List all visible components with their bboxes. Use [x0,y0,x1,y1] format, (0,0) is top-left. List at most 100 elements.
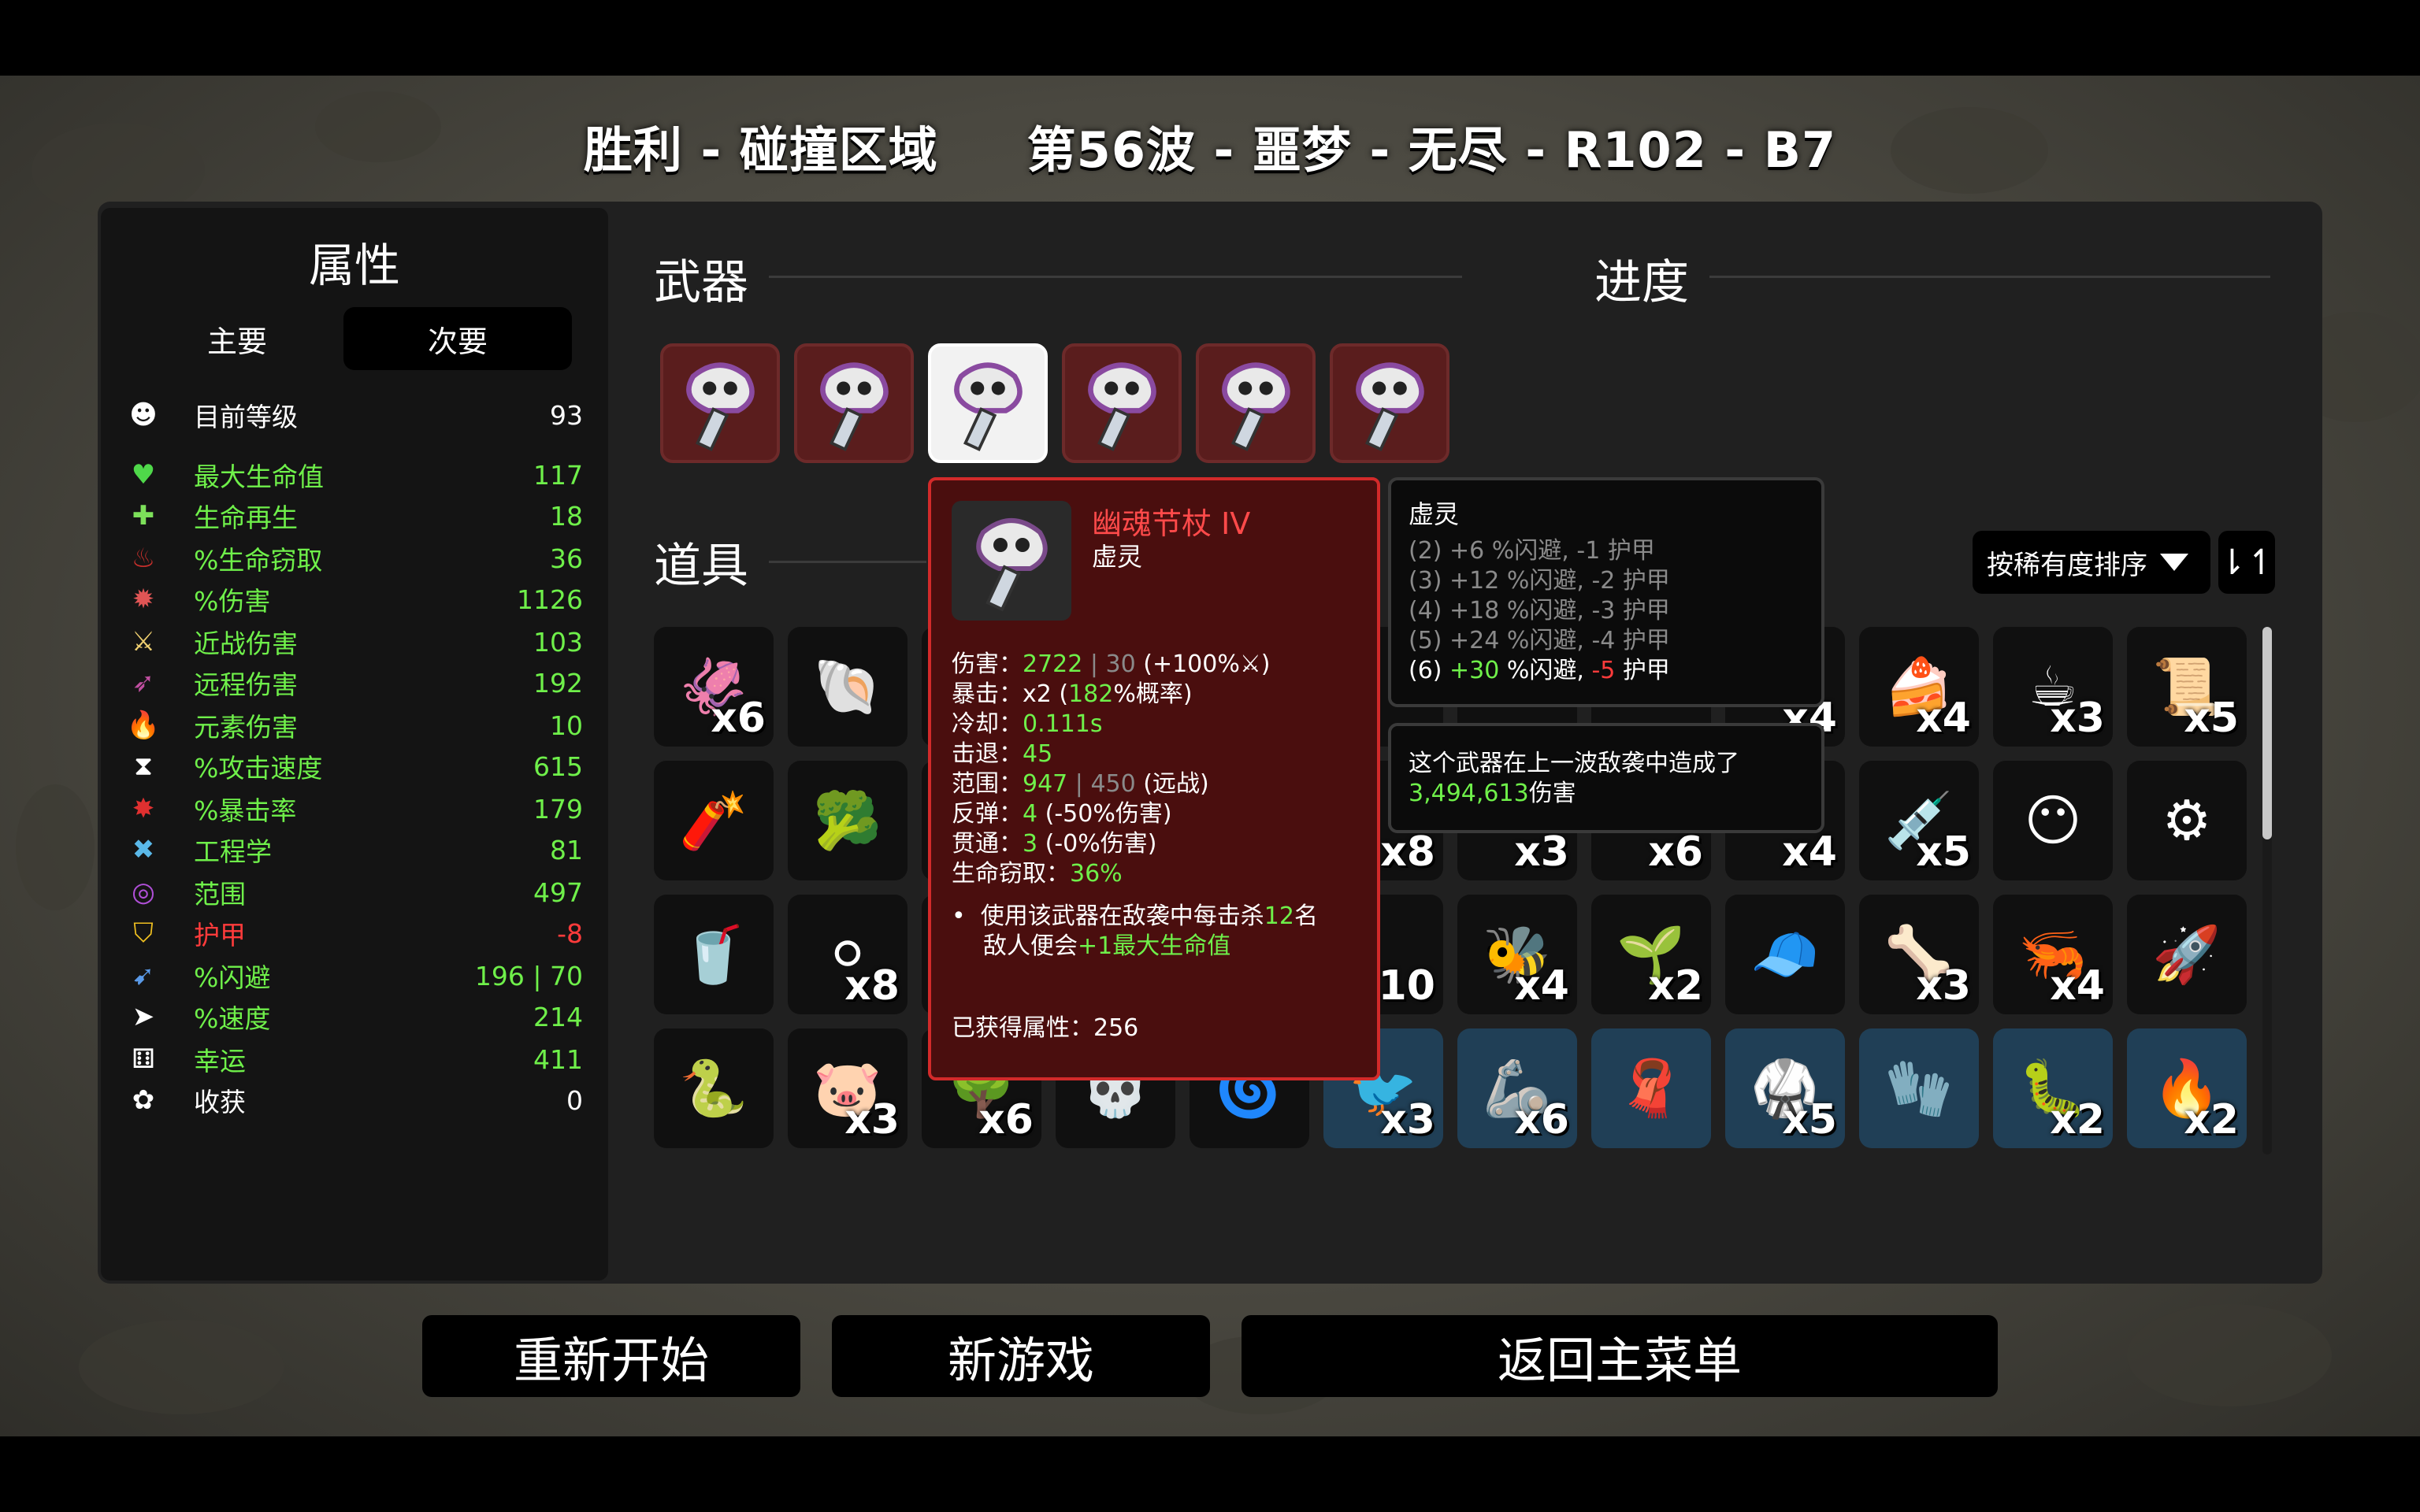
item-icon: 🥤 [679,921,748,987]
item-slot[interactable]: 🧤 [1859,1028,1979,1148]
item-slot[interactable]: 📜 x5 [2127,627,2247,747]
item-slot[interactable]: ⚙ [2127,761,2247,880]
item-slot[interactable]: 🐝 x4 [1457,895,1577,1014]
crit-icon: ✸ [132,793,155,825]
item-icon: 🚀 [2152,921,2221,987]
stat-label: %攻击速度 [194,753,323,784]
items-scroll-thumb[interactable] [2262,627,2272,839]
damage-dealt-value: 3,494,613伤害 [1409,780,1576,807]
item-count: x2 [1648,962,1703,1010]
stat-row: ☻ 目前等级 93 [126,395,583,435]
item-slot[interactable]: ☕ x3 [1993,627,2113,747]
item-slot[interactable]: 🔥 x2 [2127,1028,2247,1148]
sort-order-icon[interactable]: ⇂↿ [2218,531,2276,594]
item-slot[interactable]: 🥋 x5 [1725,1028,1845,1148]
item-count: x3 [1916,962,1971,1010]
weapon-slot[interactable] [928,343,1048,463]
main-menu-button[interactable]: 返回主菜单 [1242,1315,1998,1397]
progress-heading: 进度 [1594,255,1689,310]
item-slot[interactable]: 🧨 [654,761,774,880]
chevron-down-icon [2160,554,2188,571]
stat-value: 36 [550,543,583,574]
stat-row: ✹ %伤害 1126 [126,580,583,619]
engineering-icon: ✖ [132,834,155,865]
stat-value: 214 [533,1001,583,1032]
item-count: x6 [711,695,766,742]
item-count: x4 [1916,695,1971,742]
item-slot[interactable]: ⚪ x8 [788,895,908,1014]
item-icon: 🧨 [679,788,748,853]
item-slot[interactable]: 🐛 x2 [1993,1028,2113,1148]
item-count: 10 [1378,962,1435,1010]
new-game-button[interactable]: 新游戏 [832,1315,1210,1397]
stat-row: ✿ 收获 0 [126,1080,583,1120]
stat-label: 工程学 [194,836,272,867]
stat-value: 196 | 70 [474,960,583,991]
stat-value: 10 [550,710,583,741]
sort-label: 按稀有度排序 [1987,549,2147,581]
item-slot[interactable]: 🐷 x3 [788,1028,908,1148]
stat-label: 远程伤害 [194,669,298,700]
item-slot[interactable]: 💉 x5 [1859,761,1979,880]
speed-icon: ➤ [132,1001,155,1032]
item-slot[interactable]: 🧢 [1725,895,1845,1014]
lifesteal-icon: ♨ [131,543,156,574]
weapon-slot[interactable] [660,343,780,463]
stat-label: %伤害 [194,586,271,617]
item-icon: 🐍 [679,1055,748,1121]
item-count: x3 [2050,695,2105,742]
item-count: x5 [2184,695,2239,742]
item-slot[interactable]: 🐚 [788,627,908,747]
item-count: x6 [1514,1096,1569,1143]
item-count: x3 [1380,1096,1435,1143]
item-count: x4 [1514,962,1569,1010]
stat-value: 0 [566,1084,583,1116]
item-slot[interactable]: 🚀 [2127,895,2247,1014]
item-slot[interactable]: 😶 [1993,761,2113,880]
stat-row: ♥ 最大生命值 117 [126,455,583,495]
item-count: x5 [1782,1096,1837,1143]
stat-row: ➹ %闪避 196 | 70 [126,956,583,995]
item-slot[interactable]: 🦴 x3 [1859,895,1979,1014]
item-slot[interactable]: 🦑 x6 [654,627,774,747]
weapon-slot[interactable] [794,343,914,463]
item-icon: 🐚 [813,654,882,719]
stat-value: -8 [557,917,583,949]
restart-button[interactable]: 重新开始 [422,1315,800,1397]
item-count: x4 [1782,828,1837,876]
item-count: x8 [1380,828,1435,876]
item-slot[interactable]: 🥤 [654,895,774,1014]
sort-by-rarity-dropdown[interactable]: 按稀有度排序 [1973,531,2210,594]
item-count: x3 [1514,828,1569,876]
melee-icon: ⚔ [131,626,156,658]
stat-label: 护甲 [194,920,246,951]
stat-row: ➤ %速度 214 [126,997,583,1036]
stat-row: ➶ 远程伤害 192 [126,663,583,702]
weapon-slot[interactable] [1196,343,1316,463]
ghost-scepter-icon [931,362,1045,463]
item-slot[interactable]: 🥦 [788,761,908,880]
ghost-scepter-icon [1199,362,1312,463]
weapon-slot[interactable] [1062,343,1182,463]
stat-value: 179 [533,793,583,825]
item-slot[interactable]: 🧣 [1591,1028,1711,1148]
weapon-type: 虚灵 [1092,542,1143,572]
heart-icon: ♥ [131,459,156,491]
item-slot[interactable]: 🌱 x2 [1591,895,1711,1014]
item-slot[interactable]: 🦾 x6 [1457,1028,1577,1148]
weapon-slot[interactable] [1330,343,1449,463]
stat-row: ⧗ %攻击速度 615 [126,747,583,786]
item-count: x3 [844,1096,900,1143]
item-icon: 😶 [2024,788,2082,853]
ghost-scepter-icon [663,362,777,463]
item-slot[interactable]: 🦐 x4 [1993,895,2113,1014]
item-slot[interactable]: 🐍 [654,1028,774,1148]
stat-label: 收获 [194,1087,246,1117]
item-slot[interactable]: 🍰 x4 [1859,627,1979,747]
item-icon: 🧣 [1616,1055,1686,1121]
tab-primary[interactable]: 主要 [123,307,351,370]
stat-row: ⛉ 护甲 -8 [126,914,583,953]
tab-secondary[interactable]: 次要 [343,307,572,370]
elemental-icon: 🔥 [126,710,161,741]
stat-row: ⚔ 近战伤害 103 [126,622,583,662]
